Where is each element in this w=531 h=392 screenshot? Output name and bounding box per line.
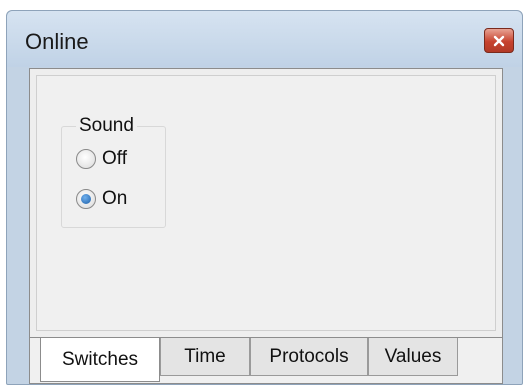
switches-page: Sound Off On — [36, 75, 496, 331]
sound-off-radio[interactable]: Off — [76, 148, 127, 170]
online-window: Online Sound Off On Switches Time Protoc… — [6, 10, 523, 385]
close-button[interactable] — [484, 28, 514, 53]
sound-group-label: Sound — [76, 115, 137, 137]
tab-switches[interactable]: Switches — [40, 338, 160, 382]
sound-off-label: Off — [102, 148, 127, 169]
radio-unchecked-icon[interactable] — [76, 149, 96, 169]
tab-protocols[interactable]: Protocols — [250, 338, 368, 376]
sound-groupbox: Sound Off On — [61, 115, 166, 228]
tab-content-panel: Sound Off On — [29, 68, 503, 338]
sound-on-radio[interactable]: On — [76, 188, 127, 210]
radio-checked-icon[interactable] — [76, 189, 96, 209]
close-icon — [493, 35, 505, 47]
sound-on-label: On — [102, 188, 128, 209]
tab-strip: Switches Time Protocols Values — [29, 338, 503, 384]
window-title: Online — [25, 29, 89, 54]
tab-values[interactable]: Values — [368, 338, 458, 376]
tab-time[interactable]: Time — [160, 338, 250, 376]
title-bar[interactable]: Online — [7, 11, 522, 67]
